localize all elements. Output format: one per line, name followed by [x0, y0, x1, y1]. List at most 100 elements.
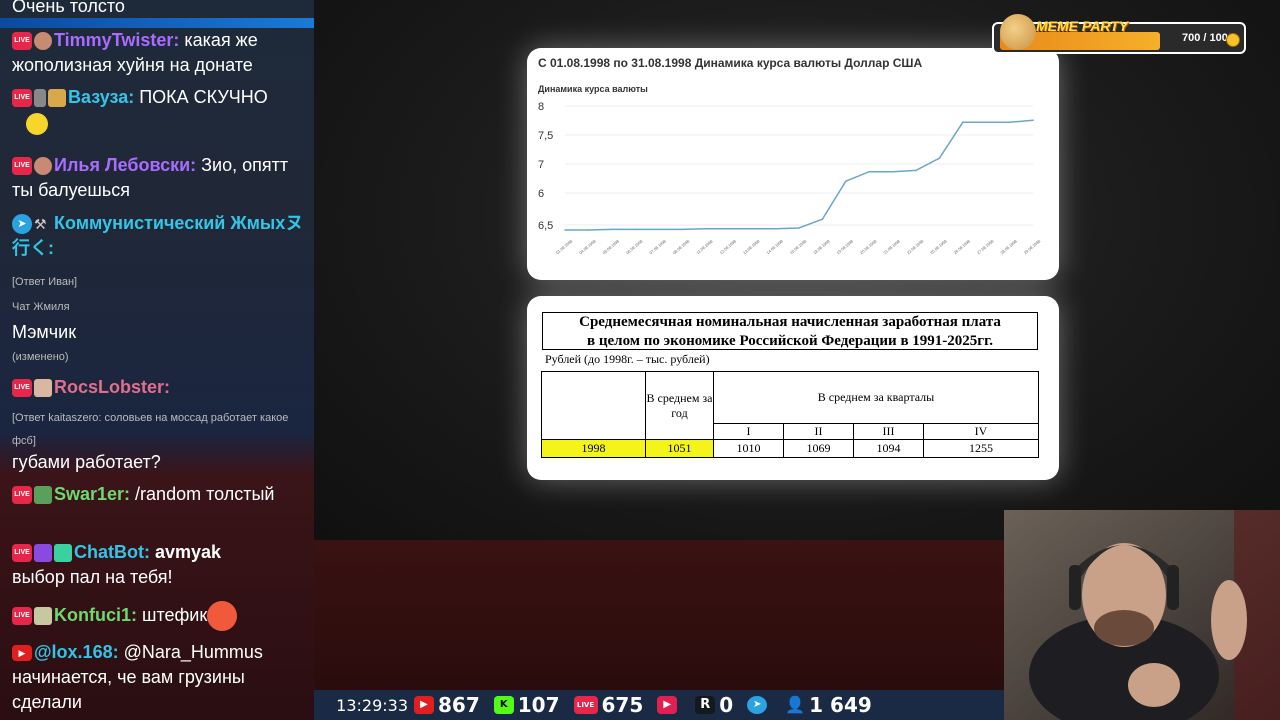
data-point	[751, 227, 753, 230]
table-header-avg-year: В среднем за год	[645, 371, 714, 440]
background-band	[314, 540, 1004, 690]
table-title-line2: в целом по экономике Российской Федераци…	[587, 333, 993, 349]
data-point	[1008, 121, 1011, 124]
y-tick-label: 7,5	[538, 130, 553, 142]
chat-nick[interactable]: TimmyTwister:	[54, 30, 179, 50]
x-tick-label: 06.08.1998	[625, 238, 644, 255]
table-cell-q4: 1255	[923, 439, 1039, 458]
chat-message: LIVE Swar1er: /random толстый	[12, 482, 308, 507]
chat-nick[interactable]: @lox.168:	[34, 642, 119, 662]
table-cell-q1: 1010	[713, 439, 784, 458]
x-tick-label: 18.08.1998	[812, 238, 831, 255]
hammer-pick-icon: ⚒	[34, 216, 47, 233]
chat-nick[interactable]: Вазуза:	[68, 87, 134, 107]
exchange-rate-chart-card: С 01.08.1998 по 31.08.1998 Динамика курс…	[527, 48, 1059, 280]
x-tick-label: 25.08.1998	[929, 238, 948, 255]
vkplay-stat: ▶	[657, 696, 681, 714]
x-tick-label: 04.08.1998	[578, 238, 597, 255]
x-tick-label: 11.08.1998	[695, 238, 714, 255]
avatar-emote-icon	[34, 157, 52, 176]
webcam-feed	[1004, 510, 1280, 720]
chat-panel: Очень толсто LIVE TimmyTwister: какая же …	[0, 0, 314, 720]
table-header-q1: I	[713, 423, 784, 440]
chat-nick[interactable]: Swar1er:	[54, 484, 130, 504]
chat-message: LIVE RocsLobster:	[12, 375, 308, 400]
viewers-stat: 👤 1 649	[785, 693, 872, 717]
chat-message-text: Мэмчик	[12, 322, 77, 342]
vk-live-icon: LIVE	[12, 486, 32, 505]
avatar-emote-icon	[34, 379, 52, 398]
x-tick-label: 22.08.1998	[906, 238, 925, 255]
table-header-q2: II	[783, 423, 854, 440]
x-tick-label: 28.08.1998	[999, 238, 1018, 255]
x-tick-label: 05.08.1998	[602, 238, 621, 255]
table-header-q3: III	[853, 423, 924, 440]
chat-nick[interactable]: Коммунистический Жмыхヌ行く:	[12, 213, 303, 258]
chat-nick[interactable]: RocsLobster:	[54, 377, 170, 397]
y-tick-label: 6	[538, 188, 544, 200]
badge-icon	[34, 89, 46, 108]
vk-live-icon: LIVE	[12, 607, 32, 625]
youtube-count: 867	[438, 693, 480, 717]
stream-clock: 13:29:33	[336, 695, 408, 715]
user-icon: 👤	[785, 695, 806, 714]
salary-table-card: Среднемесячная номинальная начисленная з…	[527, 296, 1059, 480]
data-point	[985, 121, 987, 124]
data-point	[728, 227, 730, 230]
chat-message-text: ПОКА СКУЧНО	[134, 87, 268, 107]
data-point	[611, 228, 613, 231]
x-tick-label: 14.08.1998	[765, 238, 784, 255]
y-tick-label: 6,5	[538, 220, 553, 232]
streamer-silhouette	[1004, 510, 1280, 720]
table-title: Среднемесячная номинальная начисленная з…	[542, 312, 1038, 350]
youtube-icon: ▶	[12, 645, 32, 662]
table-cell-avg: 1051	[645, 439, 714, 458]
chat-nick[interactable]: Konfuci1:	[54, 605, 137, 625]
data-point	[962, 121, 964, 124]
telegram-stat: ➤	[747, 696, 771, 714]
table-unit-note: Рублей (до 1998г. – тыс. рублей)	[545, 352, 710, 366]
x-tick-label: 29.08.1998	[1023, 238, 1042, 255]
telegram-icon: ➤	[12, 214, 32, 235]
data-point	[1032, 119, 1034, 122]
rutube-count: 0	[719, 693, 734, 717]
emote-icon	[54, 544, 72, 563]
chat-message-text: avmyak	[149, 542, 222, 562]
reply-to-label: [Ответ kaitaszero: соловьев на моссад ра…	[12, 412, 289, 447]
play-icon: ▶	[657, 696, 678, 714]
chat-nick[interactable]: Илья Лебовски:	[54, 155, 196, 175]
chat-nick[interactable]: ChatBot:	[74, 542, 150, 562]
x-tick-label: 07.08.1998	[648, 238, 667, 255]
chat-message: LIVE Илья Лебовски: Зио, опятт ты балуешь…	[12, 153, 308, 203]
chat-message: LIVE ChatBot: avmyak выбор пал на тебя!	[12, 540, 308, 590]
data-point	[657, 228, 660, 231]
chat-message-text: выбор пал на тебя!	[12, 567, 173, 587]
x-tick-label: 26.08.1998	[953, 238, 972, 255]
chat-message: Очень толсто	[12, 0, 308, 19]
data-point	[564, 229, 566, 231]
duck-emote-icon	[26, 113, 48, 136]
chat-message-text: штефик	[137, 604, 208, 625]
chat-message: LIVE Konfuci1: штефик	[12, 601, 308, 631]
rutube-stat: R0	[695, 693, 733, 717]
avatar-emote-icon	[34, 32, 52, 51]
x-tick-label: 08.08.1998	[672, 238, 691, 255]
vk-live-icon: LIVE	[12, 544, 32, 563]
data-point	[845, 180, 847, 183]
x-tick-label: 27.08.1998	[976, 238, 995, 255]
stream-stats-bar: 13:29:33 ▶ 867 K 107 LIVE 675 ▶ R0 ➤ 👤 1 649	[314, 690, 1004, 720]
kick-icon: K	[493, 696, 514, 714]
vk-live-icon: LIVE	[573, 696, 598, 714]
chat-message: ▶ @lox.168: @Nara_Hummus начинается, че в…	[12, 640, 308, 715]
data-point	[774, 227, 777, 230]
vk-stat: LIVE 675	[573, 693, 644, 717]
data-point	[891, 170, 894, 173]
x-tick-label: 12.08.1998	[719, 238, 738, 255]
kick-stat: K 107	[493, 693, 560, 717]
vk-count: 675	[601, 693, 644, 717]
chat-message: ➤ ⚒ Коммунистический Жмыхヌ行く:	[12, 211, 308, 261]
coin-icon	[1226, 33, 1240, 47]
youtube-stat: ▶ 867	[414, 693, 480, 717]
edited-label: (изменено)	[12, 351, 69, 363]
table-header-quarters: В среднем за кварталы	[713, 371, 1039, 424]
